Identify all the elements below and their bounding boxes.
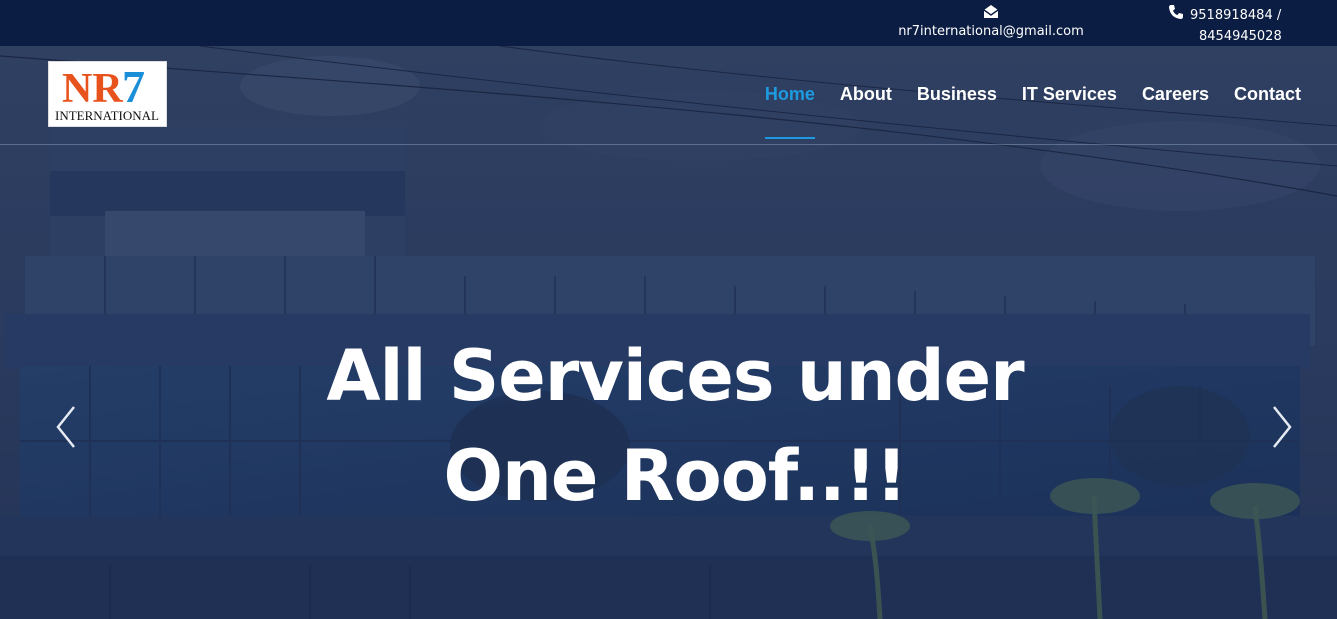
phone-contact[interactable]: 9518918484 / 8454945028 (1168, 4, 1298, 47)
envelope-icon (898, 4, 1084, 22)
phone-number-2[interactable]: 8454945028 (1168, 27, 1298, 47)
top-contact-bar: nr7international@gmail.com 9518918484 / … (0, 0, 1337, 46)
nav-it-services[interactable]: IT Services (1022, 84, 1117, 139)
site-logo[interactable]: NR 7 INTERNATIONAL (48, 61, 167, 127)
nav-careers[interactable]: Careers (1142, 84, 1209, 139)
header-divider (0, 144, 1337, 145)
email-text[interactable]: nr7international@gmail.com (898, 24, 1084, 39)
headline-line-1: All Services under (326, 335, 1024, 417)
nav-contact[interactable]: Contact (1234, 84, 1301, 139)
phone-icon (1168, 4, 1184, 27)
logo-subtitle: INTERNATIONAL (55, 108, 159, 123)
email-contact[interactable]: nr7international@gmail.com (898, 4, 1084, 39)
logo-nr: NR (62, 66, 123, 112)
chevron-right-icon[interactable] (1266, 403, 1296, 451)
nav-business[interactable]: Business (917, 84, 997, 139)
hero-headline: All Services under One Roof..!! (300, 326, 1050, 526)
logo-seven: 7 (122, 62, 145, 112)
phone-number-1[interactable]: 9518918484 / (1190, 6, 1281, 26)
headline-line-2: One Roof..!! (443, 435, 908, 517)
chevron-left-icon[interactable] (52, 403, 82, 451)
nav-home[interactable]: Home (764, 84, 815, 139)
main-nav: Home About Business IT Services Careers … (764, 84, 1301, 139)
nav-about[interactable]: About (840, 84, 892, 139)
